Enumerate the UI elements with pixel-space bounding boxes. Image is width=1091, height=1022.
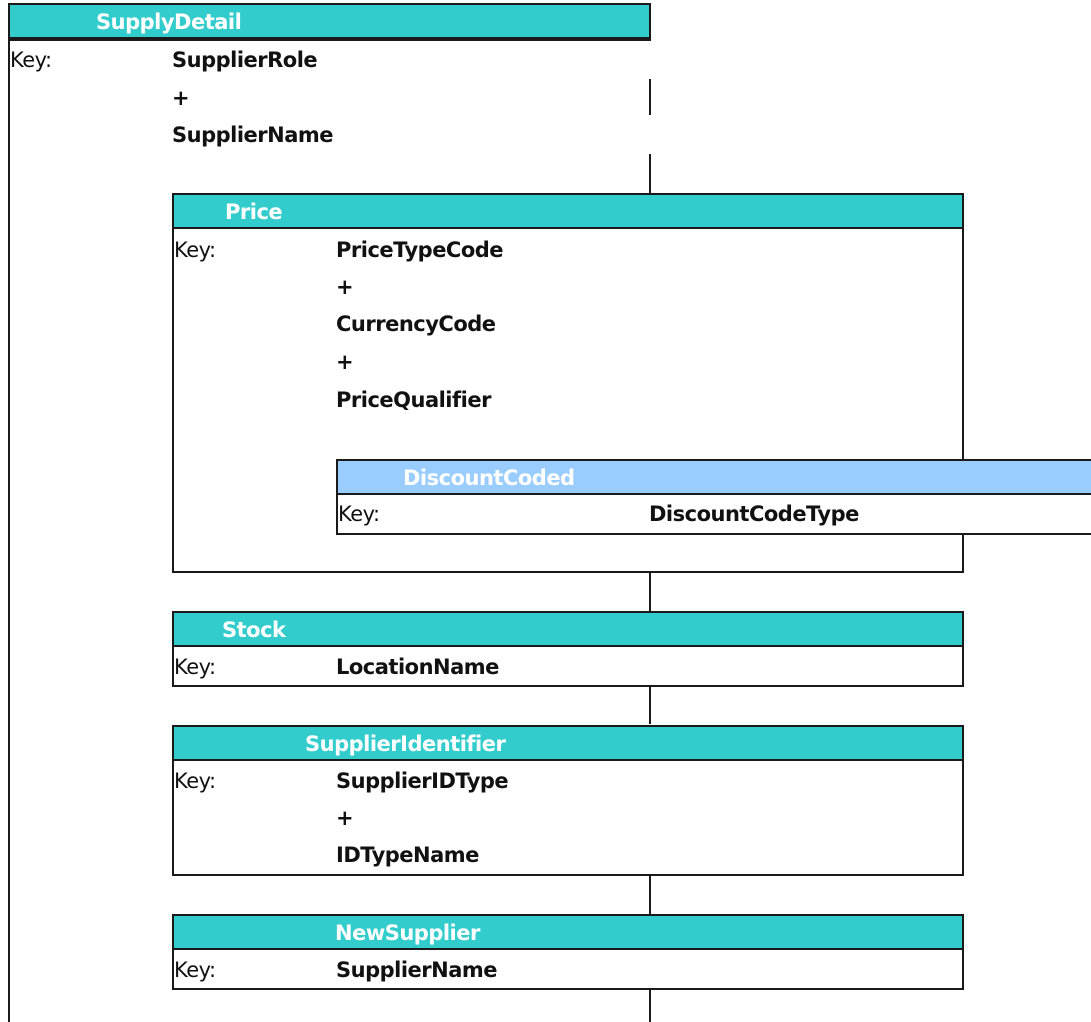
discount-coded-key-1: DiscountCodeType xyxy=(649,502,859,526)
supply-detail-key-2: SupplierName xyxy=(172,123,334,147)
price-key-label: Key: xyxy=(174,238,216,262)
new-supplier-body xyxy=(172,950,964,990)
new-supplier-title: NewSupplier xyxy=(335,921,480,945)
supplier-identifier-key-1: SupplierIDType xyxy=(336,769,509,793)
price-key-1: PriceTypeCode xyxy=(336,238,504,262)
stock-title: Stock xyxy=(222,618,286,642)
supplier-identifier-key-2: IDTypeName xyxy=(336,843,479,867)
supply-detail-key-label: Key: xyxy=(10,48,52,72)
price-key-2: CurrencyCode xyxy=(336,312,496,336)
supplier-identifier-header: SupplierIdentifier xyxy=(172,725,964,761)
price-header: Price xyxy=(172,193,964,229)
supplier-identifier-body xyxy=(172,761,964,876)
stock-key-label: Key: xyxy=(174,655,216,679)
supply-detail-key-plus-1: + xyxy=(172,86,190,110)
discount-coded-header: DiscountCoded xyxy=(336,459,1091,495)
new-supplier-header: NewSupplier xyxy=(172,914,964,950)
supply-detail-header-underline xyxy=(8,39,651,41)
supplier-identifier-key-plus-1: + xyxy=(336,806,354,830)
price-key-plus-2: + xyxy=(336,350,354,374)
connector-price-to-stock xyxy=(649,572,651,611)
connector-to-price xyxy=(649,154,651,194)
price-key-plus-1: + xyxy=(336,275,354,299)
supplier-identifier-title: SupplierIdentifier xyxy=(305,732,506,756)
supply-detail-title: SupplyDetail xyxy=(96,10,242,34)
new-supplier-key-label: Key: xyxy=(174,958,216,982)
discount-coded-title: DiscountCoded xyxy=(403,466,575,490)
new-supplier-key-1: SupplierName xyxy=(336,958,498,982)
stock-key-1: LocationName xyxy=(336,655,499,679)
connector-stock-to-supplier-identifier xyxy=(649,686,651,724)
supply-detail-right-tick xyxy=(649,79,651,115)
supply-detail-left-border xyxy=(8,37,10,1022)
supply-detail-header: SupplyDetail xyxy=(8,3,651,39)
price-key-3: PriceQualifier xyxy=(336,388,491,412)
stock-body xyxy=(172,647,964,687)
supply-detail-key-1: SupplierRole xyxy=(172,48,318,72)
connector-after-new-supplier xyxy=(649,989,651,1022)
supplier-identifier-key-label: Key: xyxy=(174,769,216,793)
stock-header: Stock xyxy=(172,611,964,647)
discount-coded-key-label: Key: xyxy=(338,502,380,526)
connector-supplier-identifier-to-new-supplier xyxy=(649,875,651,914)
price-title: Price xyxy=(225,200,283,224)
